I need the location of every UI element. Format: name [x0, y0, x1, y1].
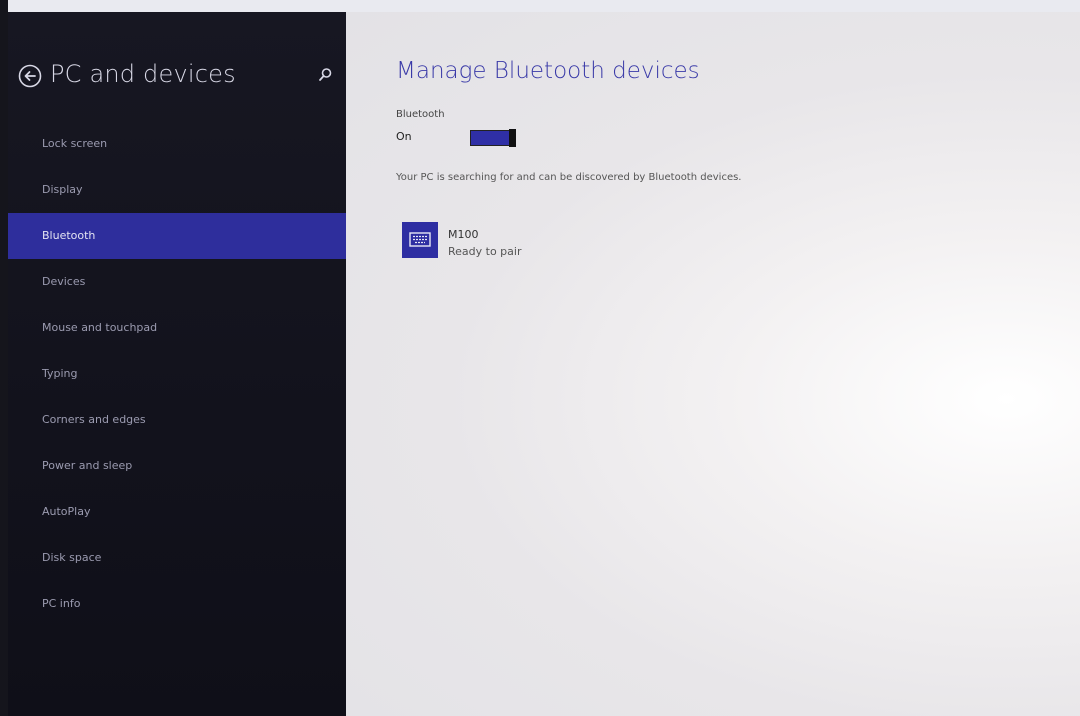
device-status: Ready to pair [448, 245, 522, 258]
bluetooth-label: Bluetooth [396, 109, 445, 120]
nav-item-corners-and-edges[interactable]: Corners and edges [8, 397, 346, 443]
nav-item-devices[interactable]: Devices [8, 259, 346, 305]
search-icon[interactable] [316, 66, 334, 84]
device-item[interactable]: M100 Ready to pair [402, 220, 602, 266]
content-pane: Manage Bluetooth devices Bluetooth On Yo… [346, 12, 1080, 716]
nav-item-pc-info[interactable]: PC info [8, 581, 346, 627]
screen-bezel-top [0, 0, 1080, 12]
nav-item-mouse-and-touchpad[interactable]: Mouse and touchpad [8, 305, 346, 351]
nav-pane: PC and devices Lock screen Display Bluet… [8, 12, 346, 716]
keyboard-icon [402, 232, 438, 262]
back-arrow-circle-icon[interactable] [18, 64, 42, 88]
bluetooth-toggle-row: On [396, 129, 596, 147]
nav-item-typing[interactable]: Typing [8, 351, 346, 397]
nav-list: Lock screen Display Bluetooth Devices Mo… [8, 121, 346, 627]
bluetooth-status-text: Your PC is searching for and can be disc… [396, 172, 742, 183]
nav-item-display[interactable]: Display [8, 167, 346, 213]
nav-item-power-and-sleep[interactable]: Power and sleep [8, 443, 346, 489]
device-tile [402, 222, 438, 258]
page-title: Manage Bluetooth devices [396, 58, 700, 84]
nav-title: PC and devices [50, 60, 236, 88]
device-name: M100 [448, 228, 479, 241]
nav-item-autoplay[interactable]: AutoPlay [8, 489, 346, 535]
nav-item-lock-screen[interactable]: Lock screen [8, 121, 346, 167]
screen-bezel-left [0, 0, 8, 716]
nav-item-disk-space[interactable]: Disk space [8, 535, 346, 581]
nav-item-bluetooth[interactable]: Bluetooth [8, 213, 346, 259]
nav-header: PC and devices [18, 60, 338, 94]
bluetooth-toggle[interactable] [470, 129, 516, 147]
toggle-state-label: On [396, 130, 412, 143]
toggle-knob[interactable] [509, 129, 516, 147]
